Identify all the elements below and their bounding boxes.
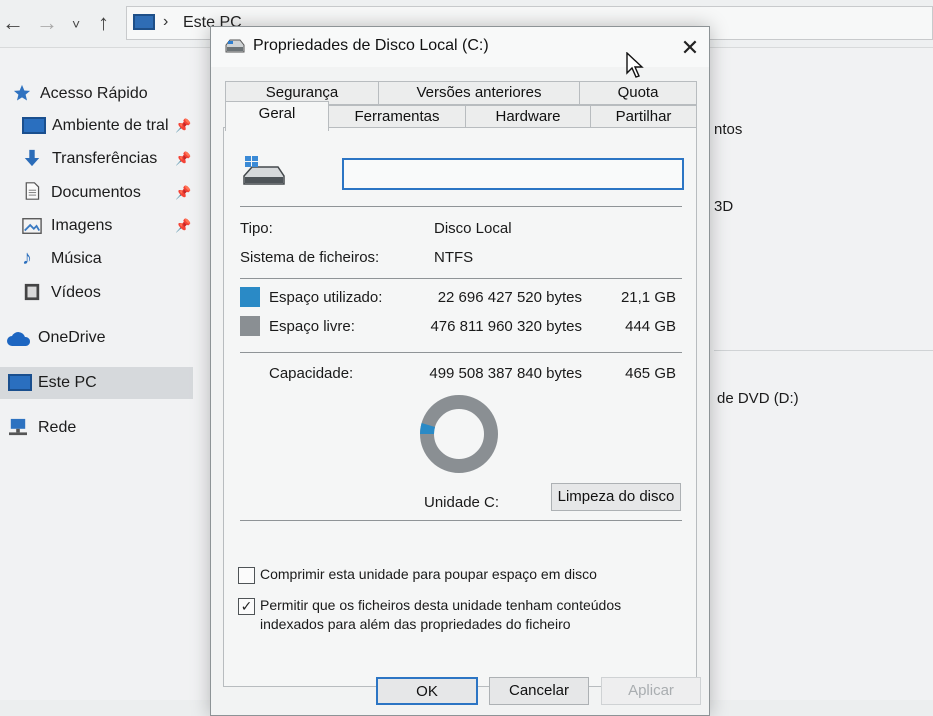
used-space-bytes: 22 696 427 520 bytes bbox=[437, 289, 582, 306]
separator bbox=[240, 206, 682, 207]
tab-versoes-anteriores[interactable]: Versões anteriores bbox=[378, 81, 580, 105]
drive-icon bbox=[243, 156, 285, 185]
tab-geral[interactable]: Geral bbox=[225, 101, 329, 131]
index-checkbox[interactable]: ✓ bbox=[238, 598, 255, 615]
filesystem-value: NTFS bbox=[434, 249, 474, 266]
disk-properties-dialog: Propriedades de Disco Local (C:) ✕ Segur… bbox=[210, 26, 710, 716]
free-space-bytes: 476 811 960 320 bytes bbox=[430, 318, 582, 335]
drive-letter-label: Unidade C: bbox=[424, 494, 500, 511]
separator bbox=[240, 520, 682, 521]
sidebar-item-acesso-rapido[interactable]: Acesso Rápido bbox=[0, 78, 193, 110]
sidebar-item-musica[interactable]: ♪ Música bbox=[0, 243, 193, 275]
free-space-label: Espaço livre: bbox=[269, 318, 355, 335]
computer-icon bbox=[133, 14, 155, 30]
ok-button[interactable]: OK bbox=[376, 677, 478, 705]
sidebar-item-label: Documentos bbox=[51, 184, 141, 201]
compress-label[interactable]: Comprimir esta unidade para poupar espaç… bbox=[260, 566, 597, 582]
index-label-line2[interactable]: indexados para além das propriedades do … bbox=[260, 616, 571, 632]
sidebar-item-label: Ambiente de tral bbox=[52, 117, 169, 134]
pin-icon: 📌 bbox=[175, 151, 192, 166]
tab-partilhar[interactable]: Partilhar bbox=[590, 105, 697, 129]
mouse-cursor-icon bbox=[626, 52, 644, 78]
content-fragment-dvd-drive[interactable]: de DVD (D:) bbox=[717, 390, 799, 407]
recent-chevron-down-icon[interactable]: ˅ bbox=[72, 16, 80, 32]
music-note-icon: ♪ bbox=[22, 247, 32, 269]
disk-cleanup-button[interactable]: Limpeza do disco bbox=[551, 483, 681, 511]
free-space-size: 444 GB bbox=[625, 318, 676, 335]
desktop-icon bbox=[22, 117, 46, 134]
separator bbox=[240, 352, 682, 353]
used-space-label: Espaço utilizado: bbox=[269, 289, 383, 306]
pin-icon: 📌 bbox=[175, 118, 192, 133]
sidebar-item-label: OneDrive bbox=[38, 329, 106, 346]
capacity-label: Capacidade: bbox=[269, 365, 354, 382]
sidebar-item-rede[interactable]: Rede bbox=[0, 412, 193, 444]
content-fragment-objetos-3d[interactable]: 3D bbox=[714, 198, 733, 215]
compress-checkbox[interactable] bbox=[238, 567, 255, 584]
sidebar-item-imagens[interactable]: Imagens 📌 bbox=[0, 210, 193, 242]
computer-icon bbox=[8, 374, 32, 391]
tab-ferramentas[interactable]: Ferramentas bbox=[328, 105, 466, 129]
download-icon bbox=[24, 149, 40, 167]
sidebar-item-label: Transferências bbox=[52, 150, 158, 167]
tab-hardware[interactable]: Hardware bbox=[465, 105, 591, 129]
sidebar-item-videos[interactable]: Vídeos bbox=[0, 277, 193, 309]
drive-name-input[interactable] bbox=[342, 158, 684, 190]
document-icon bbox=[25, 182, 40, 200]
cancel-button[interactable]: Cancelar bbox=[489, 677, 589, 705]
checkmark-icon: ✓ bbox=[240, 598, 253, 614]
sidebar-item-label: Este PC bbox=[38, 374, 97, 391]
navigation-pane: Acesso Rápido Ambiente de tral 📌 Transfe… bbox=[0, 70, 200, 700]
sidebar-item-label: Vídeos bbox=[51, 284, 101, 301]
image-icon bbox=[22, 218, 42, 234]
free-space-swatch bbox=[240, 316, 260, 336]
index-label-line1[interactable]: Permitir que os ficheiros desta unidade … bbox=[260, 597, 621, 613]
sidebar-item-documentos[interactable]: Documentos 📌 bbox=[0, 177, 193, 209]
apply-button[interactable]: Aplicar bbox=[601, 677, 701, 705]
sidebar-item-label: Música bbox=[51, 250, 102, 267]
general-tab-panel: Tipo: Disco Local Sistema de ficheiros: … bbox=[223, 127, 697, 687]
network-icon bbox=[9, 418, 27, 436]
separator bbox=[240, 278, 682, 279]
cloud-icon bbox=[7, 332, 31, 346]
close-button[interactable]: ✕ bbox=[673, 33, 707, 63]
sidebar-item-label: Acesso Rápido bbox=[40, 85, 148, 102]
capacity-bytes: 499 508 387 840 bytes bbox=[429, 365, 582, 382]
video-icon bbox=[24, 283, 40, 301]
used-space-swatch bbox=[240, 287, 260, 307]
content-fragment-documentos[interactable]: ntos bbox=[714, 121, 742, 138]
pin-icon: 📌 bbox=[175, 218, 192, 233]
close-icon: ✕ bbox=[680, 35, 700, 60]
used-space-size: 21,1 GB bbox=[620, 289, 676, 306]
star-icon bbox=[13, 84, 31, 101]
breadcrumb-chevron-icon: › bbox=[163, 13, 169, 30]
filesystem-label: Sistema de ficheiros: bbox=[240, 249, 380, 266]
up-arrow-icon[interactable]: ↑ bbox=[98, 10, 109, 36]
sidebar-item-ambiente-de-trabalho[interactable]: Ambiente de tral 📌 bbox=[0, 110, 193, 142]
dialog-title: Propriedades de Disco Local (C:) bbox=[253, 37, 489, 54]
tab-quota[interactable]: Quota bbox=[579, 81, 697, 105]
type-label: Tipo: bbox=[240, 220, 273, 237]
sidebar-item-label: Imagens bbox=[51, 217, 113, 234]
forward-arrow-icon[interactable]: → bbox=[36, 10, 58, 36]
back-arrow-icon[interactable]: ← bbox=[2, 10, 24, 36]
disk-usage-donut-chart bbox=[420, 395, 498, 473]
section-divider bbox=[714, 350, 933, 351]
sidebar-item-este-pc[interactable]: Este PC bbox=[0, 367, 193, 399]
free-space-ring bbox=[420, 395, 498, 473]
sidebar-item-onedrive[interactable]: OneDrive bbox=[0, 322, 193, 354]
type-value: Disco Local bbox=[434, 220, 512, 237]
drive-icon bbox=[225, 39, 245, 53]
capacity-size: 465 GB bbox=[625, 365, 676, 382]
sidebar-item-label: Rede bbox=[38, 419, 77, 436]
pin-icon: 📌 bbox=[175, 185, 192, 200]
sidebar-item-transferencias[interactable]: Transferências 📌 bbox=[0, 143, 193, 175]
